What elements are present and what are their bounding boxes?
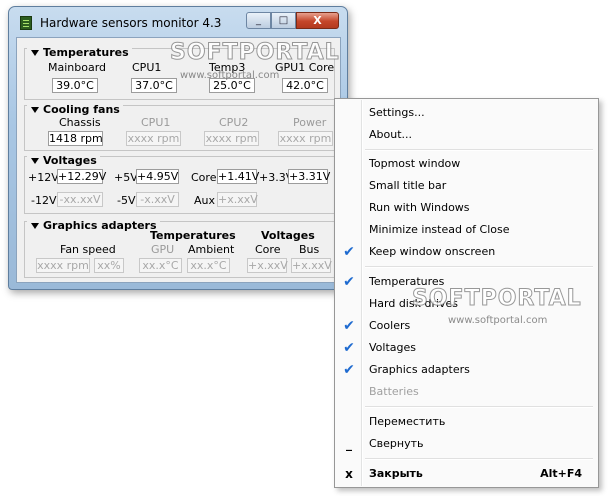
checkmark-icon: ✔ <box>343 274 355 290</box>
checkmark-icon: ✔ <box>343 318 355 334</box>
volt-value-minus12: -xx.xxV <box>57 192 103 207</box>
collapse-arrow-icon[interactable] <box>31 49 39 56</box>
checkmark-icon: ✔ <box>343 362 355 378</box>
watermark-url: www.softportal.com <box>448 315 548 326</box>
fan-label-cpu1: CPU1 <box>141 116 171 129</box>
graphics-value-bus: +x.xxV <box>291 258 332 273</box>
temp-value-gpu1-core: 42.0°C <box>282 78 328 93</box>
watermark-logo: SOFTPORTAL <box>170 40 340 66</box>
fan-label-power: Power <box>293 116 327 129</box>
fan-label-chassis: Chassis <box>59 116 101 129</box>
graphics-value-fan-pct: xx% <box>94 258 124 273</box>
menu-item-topmost-window[interactable]: Topmost window <box>335 154 598 174</box>
volt-value-plus5: +4.95V <box>136 169 179 184</box>
menu-item-about[interactable]: About... <box>335 125 598 145</box>
minimize-icon: _ <box>346 437 352 451</box>
watermark-logo: SOFTPORTAL <box>412 286 582 312</box>
window-client: Temperatures Mainboard CPU1 Temp3 GPU1 C… <box>16 37 341 283</box>
volt-label-plus12: +12V <box>28 171 59 184</box>
maximize-icon: □ <box>278 15 289 26</box>
fan-value-chassis: 1418 rpm <box>48 131 103 146</box>
graphics-temps-heading: Temperatures <box>150 229 236 242</box>
volt-value-plus12: +12.29V <box>57 169 107 184</box>
maximize-button[interactable]: □ <box>271 12 296 29</box>
volt-value-plus3-3: +3.31V <box>288 169 331 184</box>
menu-item-close[interactable]: x Закрыть Alt+F4 <box>335 464 598 484</box>
volt-label-plus5: +5V <box>114 171 138 184</box>
menu-item-run-with-windows[interactable]: Run with Windows <box>335 198 598 218</box>
menu-item-keep-window-onscreen[interactable]: ✔ Keep window onscreen <box>335 242 598 262</box>
title-bar[interactable]: Hardware sensors monitor 4.3 _ □ X <box>9 7 347 35</box>
graphics-value-core: +x.xxV <box>247 258 288 273</box>
checkmark-icon: ✔ <box>343 244 355 260</box>
close-shortcut: Alt+F4 <box>540 467 582 480</box>
collapse-arrow-icon[interactable] <box>31 157 39 164</box>
menu-item-minimize-instead-of-close[interactable]: Minimize instead of Close <box>335 220 598 240</box>
menu-item-voltages[interactable]: ✔ Voltages <box>335 338 598 358</box>
temperatures-header[interactable]: Temperatures <box>27 46 132 59</box>
fan-label-cpu2: CPU2 <box>219 116 249 129</box>
volt-label-core: Core <box>191 171 217 184</box>
volt-value-core: +1.41V <box>217 169 260 184</box>
volt-label-aux: Aux <box>194 194 216 207</box>
graphics-volts-heading: Voltages <box>261 229 315 242</box>
close-button[interactable]: X <box>296 12 339 29</box>
checkmark-icon: ✔ <box>343 340 355 356</box>
voltages-header[interactable]: Voltages <box>27 154 100 167</box>
volt-value-aux: +x.xxV <box>217 192 258 207</box>
graphics-adapters-header[interactable]: Graphics adapters <box>27 219 160 232</box>
temp-label-mainboard: Mainboard <box>48 61 107 74</box>
graphics-label-core: Core <box>255 243 281 256</box>
cooling-fans-header[interactable]: Cooling fans <box>27 103 123 116</box>
minimize-icon: _ <box>256 15 261 26</box>
graphics-adapters-group: Graphics adapters Temperatures Voltages … <box>24 219 335 278</box>
temp-value-mainboard: 39.0°C <box>52 78 98 93</box>
menu-item-graphics-adapters[interactable]: ✔ Graphics adapters <box>335 360 598 380</box>
temp-value-cpu1: 37.0°C <box>131 78 177 93</box>
menu-item-move[interactable]: Переместить <box>335 412 598 432</box>
graphics-label-ambient: Ambient <box>188 243 235 256</box>
graphics-label-fan-speed: Fan speed <box>60 243 116 256</box>
graphics-value-fan-rpm: xxxx rpm <box>36 258 90 273</box>
voltages-group: Voltages +12V +12.29V +5V +4.95V Core +1… <box>24 154 335 214</box>
minimize-button[interactable]: _ <box>246 12 271 29</box>
cooling-fans-group: Cooling fans Chassis CPU1 CPU2 Power 141… <box>24 103 335 151</box>
collapse-arrow-icon[interactable] <box>31 106 39 113</box>
window-title: Hardware sensors monitor 4.3 <box>40 16 222 30</box>
close-icon: x <box>345 467 353 481</box>
menu-item-settings[interactable]: Settings... <box>335 103 598 123</box>
graphics-label-bus: Bus <box>299 243 320 256</box>
menu-item-small-title-bar[interactable]: Small title bar <box>335 176 598 196</box>
fan-value-cpu2: xxxx rpm <box>204 131 259 146</box>
menu-item-batteries: Batteries <box>369 385 419 398</box>
temp-label-cpu1: CPU1 <box>132 61 162 74</box>
menu-item-minimize[interactable]: _ Свернуть <box>335 434 598 454</box>
volt-label-minus5: -5V <box>117 194 136 207</box>
fan-value-power: xxxx rpm <box>278 131 333 146</box>
volt-label-minus12: -12V <box>31 194 57 207</box>
collapse-arrow-icon[interactable] <box>31 222 39 229</box>
graphics-value-ambient: xx.x°C <box>187 258 230 273</box>
close-icon: X <box>313 14 322 27</box>
watermark-url: www.softportal.com <box>180 70 280 81</box>
graphics-label-gpu: GPU <box>151 243 175 256</box>
graphics-value-gpu: xx.x°C <box>139 258 182 273</box>
volt-value-minus5: -x.xxV <box>136 192 179 207</box>
app-icon[interactable] <box>20 16 32 30</box>
fan-value-cpu1: xxxx rpm <box>126 131 181 146</box>
